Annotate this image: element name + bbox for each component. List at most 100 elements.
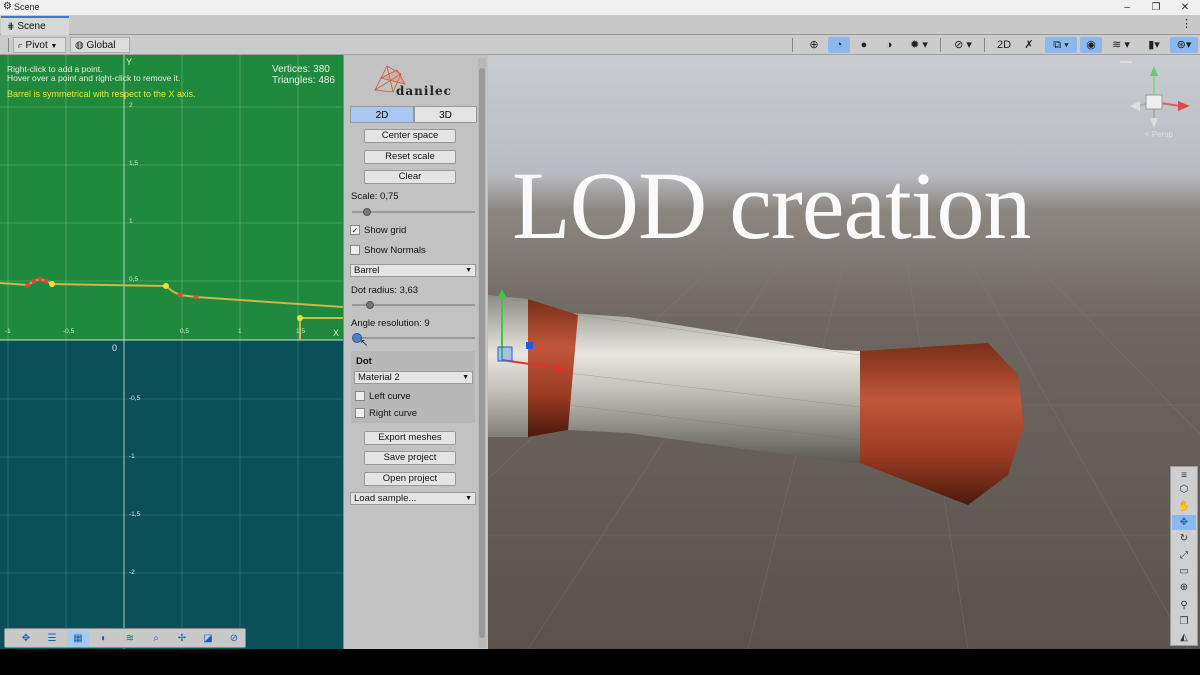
title-bar: ⚙ Scene – ❐ ✕ [0,0,1200,15]
neg-y-tick: -2 [129,569,135,576]
crosshair-icon[interactable]: ⊕ [803,37,825,53]
terrain-tool-icon[interactable]: ◭ [1172,630,1196,645]
scene-3d-viewport[interactable] [488,55,1200,649]
mode-2d-label: 2D [996,39,1012,51]
grid-icon: ⋕ [7,21,15,31]
kebab-icon[interactable]: ⋮ [1181,17,1192,30]
move-arrows-icon[interactable]: ✥ [15,630,37,647]
x-tick: 1 [238,328,242,335]
load-sample-value: Load sample... [354,493,417,504]
cube-icon[interactable]: ⬡ [1172,482,1196,497]
center-space-button[interactable]: Center space [364,129,456,143]
mouse-cursor-icon: ↖ [360,338,369,349]
show-grid-checkbox[interactable]: ✓ [350,225,360,235]
show-normals-label: Show Normals [364,245,426,256]
transform-tool-icon[interactable]: ⊕ [1172,580,1196,595]
visibility-eye-icon[interactable]: ◉ [1080,37,1102,53]
move-tool-icon[interactable]: ✢ [171,630,193,647]
globe-icon: ◍ [75,40,84,51]
rect-tool-icon[interactable]: ▭ [1172,564,1196,579]
barrel-mesh[interactable] [488,55,1200,649]
clear-button[interactable]: Clear [364,170,456,184]
sliders-icon[interactable]: ☰ [41,630,63,647]
dot-header: Dot [356,356,372,367]
maximize-button[interactable]: ❐ [1141,0,1171,15]
debug-draw-mode-icon[interactable]: ✹ ▾ [903,37,935,53]
export-meshes-button[interactable]: Export meshes [364,431,456,445]
audio-mute-icon[interactable]: ✗ [1018,37,1040,53]
chevron-down-icon: ▼ [50,43,58,50]
duplicate-icon[interactable]: ❐ [1172,614,1196,629]
chevron-down-icon: ▼ [465,495,472,502]
angle-resolution-label: Angle resolution: 9 [351,318,430,329]
save-project-button[interactable]: Save project [364,451,456,465]
neg-y-tick: -1,5 [129,511,141,518]
render-mode-icon[interactable]: ◪ [197,630,219,647]
solid-sphere-icon[interactable]: ● [853,37,875,53]
camera-settings-icon[interactable]: ▮▾ [1140,37,1168,53]
scale-tool-icon[interactable]: ⤢ [1172,548,1196,563]
scale-slider-knob[interactable] [363,208,371,216]
camera-orbit-icon[interactable]: ⊘ ▾ [948,37,978,53]
overlay-handle-icon[interactable] [1120,61,1132,63]
control-point [43,278,49,284]
y-tick: 0,5 [129,276,139,283]
control-point [25,282,31,288]
rotate-tool-icon[interactable]: ↻ [1172,531,1196,546]
left-curve-checkbox[interactable] [355,391,365,401]
shaded-sphere-icon[interactable]: ◔ [828,37,850,53]
right-curve-checkbox[interactable] [355,408,365,418]
show-normals-checkbox[interactable] [350,245,360,255]
scene-toolbar: ⟔ Pivot ▼ ◍ Global ▼ ⊕ ◔ ● ◑ ✹ ▾ ⊘ ▾ 2D … [0,35,1200,66]
load-sample-dropdown[interactable]: Load sample... ▼ [350,492,476,505]
wire-sphere-icon[interactable]: ◑ [878,37,900,53]
control-point [193,294,199,300]
neg-y-tick: -1 [129,453,135,460]
unity-editor-window: ⚙ Scene – ❐ ✕ ⋕ Scene ⋮ ⟔ Pivot ▼ ◍ Glob… [0,0,1200,675]
dot-radius-label: Dot radius: 3,63 [351,285,419,296]
material-dropdown[interactable]: Material 2 ▼ [354,371,473,384]
angle-resolution-slider-track[interactable] [352,337,475,339]
drag-handle-icon[interactable]: ≡ [1172,468,1196,483]
x-tick: -0,5 [63,328,75,335]
close-button[interactable]: ✕ [1170,0,1200,15]
x-tick: 1,5 [296,328,306,335]
profile-2d-editor[interactable]: Right-click to add a point. Hover over a… [0,55,343,649]
hand-tool-icon[interactable]: ✋ [1172,499,1196,514]
move-tool-icon[interactable]: ✥ [1172,515,1196,530]
lod-creation-title: LOD creation [512,152,1031,259]
window-title: Scene [14,2,40,12]
layers-icon[interactable]: ≋ ▾ [1105,37,1137,53]
tab-scene[interactable]: ⋕ Scene [1,16,69,35]
perspective-label[interactable]: < Persp [1145,130,1173,139]
tab-2d[interactable]: 2D [350,106,414,123]
profile-grid[interactable] [0,55,343,649]
panel-scrollbar[interactable] [478,58,486,648]
dot-radius-slider-knob[interactable] [366,301,374,309]
reset-scale-button[interactable]: Reset scale [364,150,456,164]
control-point [297,315,303,321]
open-project-button[interactable]: Open project [364,472,456,486]
shape-dropdown[interactable]: Barrel ▼ [350,264,476,277]
zoom-icon[interactable]: ⌕ [145,630,167,647]
scale-label: Scale: 0,75 [351,191,399,202]
tab-3d[interactable]: 3D [414,106,477,123]
mode-2d-toggle[interactable]: 2D [993,37,1015,53]
global-dropdown[interactable]: ◍ Global ▼ [70,37,130,66]
navigate-icon[interactable]: ⊘ [223,630,245,647]
custom-tool-icon[interactable]: ⚲ [1172,598,1196,613]
show-grid-label: Show grid [364,225,407,236]
x-tick: -1 [5,328,11,335]
vertices-count: Vertices: 380 [272,64,330,75]
grid-snap-icon[interactable]: ▦ [67,630,89,647]
pivot-label: Pivot [25,40,48,51]
layers-stack-icon[interactable]: ≋ [119,630,141,647]
triangles-count: Triangles: 486 [272,75,335,86]
gizmos-icon[interactable]: ⊛▾ [1170,37,1198,53]
pivot-icon: ⟔ [18,40,23,51]
sphere-icon[interactable]: ◐ [93,630,115,647]
pivot-dropdown[interactable]: ⟔ Pivot ▼ [13,37,66,53]
chevron-down-icon: ▼ [465,267,472,274]
effects-layers-icon[interactable]: ⧉ ▾ [1045,37,1077,53]
minimize-button[interactable]: – [1112,0,1142,15]
